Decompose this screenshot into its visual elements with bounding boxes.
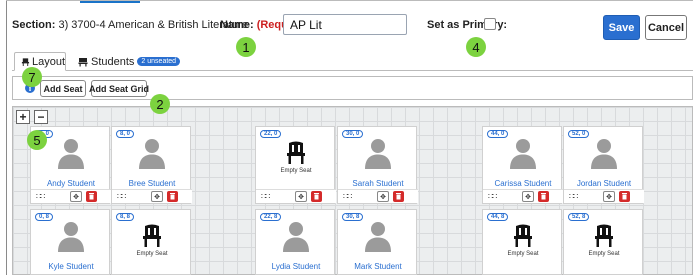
callout-badge: 7 <box>22 67 42 87</box>
seat-coordinate-badge: 52, 8 <box>568 213 590 221</box>
delete-seat-button[interactable] <box>311 191 322 202</box>
student-avatar-icon <box>362 137 394 169</box>
save-button[interactable]: Save <box>603 15 640 40</box>
empty-seat-label: Empty Seat <box>280 168 312 174</box>
delete-seat-button[interactable] <box>86 191 97 202</box>
student-name-link[interactable]: Bree Student <box>112 179 192 188</box>
drag-handle-icon[interactable]: ∷∷ <box>261 193 270 201</box>
drag-handle-icon[interactable]: ∷∷ <box>488 193 497 201</box>
seat-card[interactable]: 44, 8 Empty Seat <box>482 209 562 275</box>
callout-badge: 1 <box>236 37 256 57</box>
student-name-link[interactable]: Sarah Student <box>338 179 418 188</box>
seat-coordinate-badge: 22, 8 <box>260 213 282 221</box>
drag-handle-icon[interactable]: ∷∷ <box>36 193 45 201</box>
callout-badge: 5 <box>27 130 47 150</box>
seat-card[interactable]: 52, 0 Jordan Student ∷∷ ✥ <box>563 126 644 204</box>
seat-actions-bar: ∷∷ ✥ <box>31 189 111 203</box>
seat-coordinate-badge: 52, 0 <box>568 130 590 138</box>
seat-card[interactable]: 44, 0 Carissa Student ∷∷ ✥ <box>482 126 563 204</box>
seat-card[interactable]: 22, 8 Lydia Student <box>255 209 335 275</box>
seat-card[interactable]: 8, 0 Bree Student ∷∷ ✥ <box>111 126 192 204</box>
student-name-link[interactable]: Andy Student <box>31 179 111 188</box>
seat-coordinate-badge: 30, 8 <box>342 213 364 221</box>
tab-students-label: Students <box>91 55 135 68</box>
callout-badge: 4 <box>466 37 486 57</box>
student-name-link[interactable]: Kyle Student <box>31 262 111 271</box>
move-seat-button[interactable]: ✥ <box>603 191 615 202</box>
seat-coordinate-badge: 30, 0 <box>342 130 364 138</box>
delete-seat-button[interactable] <box>393 191 404 202</box>
students-icon <box>78 57 88 66</box>
zoom-out-button[interactable]: − <box>34 110 48 124</box>
drag-handle-icon[interactable]: ∷∷ <box>343 193 352 201</box>
student-name-link[interactable]: Mark Student <box>338 262 418 271</box>
empty-seat-label: Empty Seat <box>136 251 168 257</box>
student-avatar-icon <box>136 137 168 169</box>
empty-seat-label: Empty Seat <box>588 251 620 257</box>
seat-card[interactable]: 0, 8 Kyle Student <box>30 209 110 275</box>
add-seat-button[interactable]: Add Seat <box>40 80 86 97</box>
seat-coordinate-badge: 8, 0 <box>116 130 135 138</box>
drag-handle-icon[interactable]: ∷∷ <box>569 193 578 201</box>
add-seat-grid-button[interactable]: Add Seat Grid <box>89 80 149 97</box>
drag-handle-icon[interactable]: ∷∷ <box>117 193 126 201</box>
move-seat-button[interactable]: ✥ <box>151 191 163 202</box>
student-avatar-icon <box>507 137 539 169</box>
student-name-link[interactable]: Jordan Student <box>564 179 644 188</box>
tab-students[interactable]: Students 2 unseated <box>78 52 181 71</box>
seat-card[interactable]: 8, 8 Empty Seat <box>111 209 191 275</box>
left-border <box>6 0 7 275</box>
seat-coordinate-badge: 8, 8 <box>116 213 135 221</box>
student-avatar-icon <box>55 220 87 252</box>
name-label-text: Name: <box>220 19 254 31</box>
student-name-link[interactable]: Carissa Student <box>483 179 563 188</box>
cancel-button[interactable]: Cancel <box>645 15 687 40</box>
chair-icon <box>21 57 30 66</box>
move-seat-button[interactable]: ✥ <box>377 191 389 202</box>
move-seat-button[interactable]: ✥ <box>295 191 307 202</box>
zoom-in-button[interactable]: + <box>16 110 30 124</box>
student-avatar-icon <box>362 220 394 252</box>
tab-layout[interactable]: Layout <box>14 52 66 71</box>
layout-name-input[interactable] <box>283 14 407 35</box>
student-name-link[interactable]: Lydia Student <box>256 262 336 271</box>
section-info: Section: 3) 3700-4 American & British Li… <box>12 19 248 31</box>
move-seat-button[interactable]: ✥ <box>522 191 534 202</box>
seat-coordinate-badge: 44, 0 <box>487 130 509 138</box>
empty-seat-label: Empty Seat <box>507 251 539 257</box>
empty-chair-icon <box>593 224 615 248</box>
empty-chair-icon <box>285 141 307 165</box>
delete-seat-button[interactable] <box>167 191 178 202</box>
seat-coordinate-badge: 22, 0 <box>260 130 282 138</box>
seat-actions-bar: ∷∷ ✥ <box>564 189 644 203</box>
seat-actions-bar: ∷∷ ✥ <box>256 189 336 203</box>
empty-chair-icon <box>512 224 534 248</box>
seat-card[interactable]: 30, 8 Mark Student <box>337 209 417 275</box>
student-avatar-icon <box>588 137 620 169</box>
tab-layout-label: Layout <box>31 55 65 68</box>
move-seat-button[interactable]: ✥ <box>70 191 82 202</box>
seat-coordinate-badge: 44, 8 <box>487 213 509 221</box>
seat-card[interactable]: 30, 0 Sarah Student ∷∷ ✥ <box>337 126 418 204</box>
student-avatar-icon <box>55 137 87 169</box>
callout-badge: 2 <box>150 94 170 114</box>
set-primary-checkbox[interactable] <box>484 18 496 30</box>
seat-card[interactable]: 22, 0 Empty Seat ∷∷ ✥ <box>255 126 336 204</box>
seat-actions-bar: ∷∷ ✥ <box>112 189 192 203</box>
seat-actions-bar: ∷∷ ✥ <box>338 189 418 203</box>
delete-seat-button[interactable] <box>619 191 630 202</box>
delete-seat-button[interactable] <box>538 191 549 202</box>
unseated-badge: 2 unseated <box>137 57 181 66</box>
seating-chart-editor: Section: 3) 3700-4 American & British Li… <box>0 0 693 275</box>
seat-actions-bar: ∷∷ ✥ <box>483 189 563 203</box>
section-label: Section: <box>12 19 56 31</box>
seat-coordinate-badge: 0, 8 <box>35 213 54 221</box>
seat-card[interactable]: 52, 8 Empty Seat <box>563 209 643 275</box>
student-avatar-icon <box>280 220 312 252</box>
top-accent-line <box>80 1 140 3</box>
empty-chair-icon <box>141 224 163 248</box>
